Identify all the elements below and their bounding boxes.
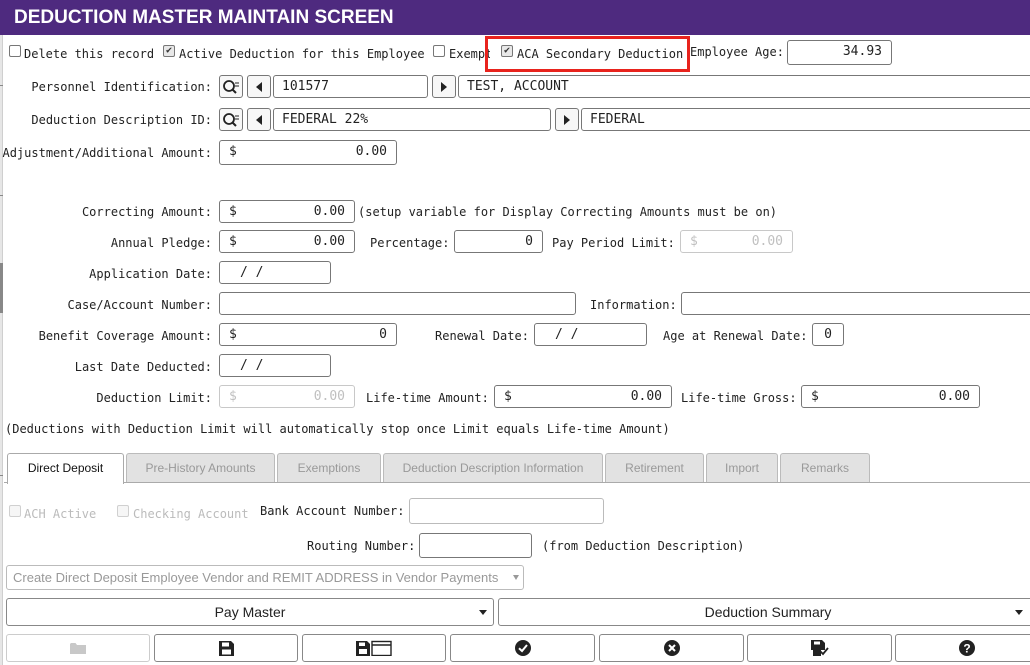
bank-account-field[interactable]: [409, 498, 604, 524]
benefit-coverage-field[interactable]: $0: [219, 323, 397, 346]
personnel-prev-button[interactable]: [247, 75, 271, 98]
deduction-limit-field: $0.00: [219, 385, 355, 408]
lifetime-amount-field[interactable]: $0.00: [494, 385, 672, 408]
benefit-coverage-label: Benefit Coverage Amount:: [38, 329, 212, 343]
tab-remarks[interactable]: Remarks: [780, 453, 870, 483]
ach-active-label: ACH Active: [24, 507, 97, 521]
information-field[interactable]: [681, 292, 1030, 315]
annual-pledge-field[interactable]: $0.00: [219, 230, 355, 253]
limit-note: (Deductions with Deduction Limit will au…: [5, 422, 670, 436]
save-verify-button[interactable]: [747, 634, 892, 662]
renewal-date-field[interactable]: / /: [534, 323, 647, 346]
employee-age-label: Employee Age:: [690, 45, 784, 59]
routing-number-field[interactable]: [419, 533, 532, 558]
deduction-id-field[interactable]: FEDERAL 22%: [273, 108, 551, 131]
exempt-checkbox[interactable]: [433, 45, 445, 57]
highlight-box: [485, 36, 690, 72]
lifetime-gross-field[interactable]: $0.00: [801, 385, 980, 408]
active-deduction-checkbox[interactable]: ✔: [163, 45, 175, 57]
deduction-limit-label: Deduction Limit:: [96, 391, 212, 405]
chevron-left-icon: [256, 114, 262, 125]
tab-retirement[interactable]: Retirement: [605, 453, 704, 483]
application-date-field[interactable]: / /: [219, 261, 331, 284]
checking-account-label: Checking Account: [133, 507, 249, 521]
tab-import[interactable]: Import: [706, 453, 778, 483]
case-account-field[interactable]: [219, 292, 576, 315]
deduction-description-label: Deduction Description ID:: [31, 113, 212, 127]
annual-pledge-label: Annual Pledge:: [110, 236, 212, 250]
page-title: DEDUCTION MASTER MAINTAIN SCREEN: [0, 0, 1030, 35]
correcting-field[interactable]: $0.00: [219, 200, 355, 223]
active-deduction-label: Active Deduction for this Employee: [179, 47, 425, 61]
personnel-name-field[interactable]: TEST, ACCOUNT: [458, 75, 1030, 98]
deduction-name-field[interactable]: FEDERAL: [581, 108, 1030, 131]
help-icon: ?: [958, 640, 975, 656]
folder-icon: [70, 642, 86, 654]
lifetime-amount-label: Life-time Amount:: [366, 391, 489, 405]
save-icon: [218, 640, 234, 656]
checking-account-checkbox: [117, 505, 129, 517]
application-date-label: Application Date:: [89, 267, 212, 281]
case-account-label: Case/Account Number:: [67, 298, 213, 312]
adjustment-label: Adjustment/Additional Amount:: [2, 146, 212, 160]
tab-exemptions[interactable]: Exemptions: [277, 453, 381, 483]
svg-text:?: ?: [963, 642, 970, 656]
bank-account-label: Bank Account Number:: [260, 504, 405, 518]
pay-period-limit-label: Pay Period Limit:: [552, 236, 675, 250]
personnel-id-label: Personnel Identification:: [31, 80, 212, 94]
cancel-button[interactable]: [599, 634, 744, 662]
chevron-down-icon: [1015, 610, 1023, 615]
personnel-id-field[interactable]: 101577: [273, 75, 428, 98]
last-date-deducted-field[interactable]: / /: [219, 354, 331, 377]
pay-period-limit-field: $0.00: [680, 230, 793, 253]
tab-divider: [4, 482, 1030, 483]
search-icon: [223, 79, 239, 94]
chevron-down-icon: [513, 575, 519, 580]
age-at-renewal-label: Age at Renewal Date:: [663, 329, 808, 343]
pay-master-menu[interactable]: Pay Master: [6, 598, 494, 626]
adjustment-field[interactable]: $0.00: [219, 140, 397, 165]
delete-record-label: Delete this record: [24, 47, 155, 61]
help-button[interactable]: ?: [895, 634, 1030, 662]
last-date-deducted-label: Last Date Deducted:: [74, 360, 212, 374]
routing-number-label: Routing Number:: [307, 539, 416, 553]
personnel-next-button[interactable]: [432, 75, 456, 98]
chevron-down-icon: [479, 610, 487, 615]
employee-age-field[interactable]: 34.93: [787, 40, 892, 65]
deduction-next-button[interactable]: [555, 108, 579, 131]
check-icon: [514, 640, 531, 656]
search-icon: [223, 112, 239, 127]
tab-pre-history-amounts[interactable]: Pre-History Amounts: [126, 453, 275, 483]
age-at-renewal-field[interactable]: 0: [812, 323, 844, 346]
delete-record-checkbox[interactable]: [9, 45, 21, 57]
vendor-payments-select[interactable]: Create Direct Deposit Employee Vendor an…: [6, 565, 524, 590]
active-tab-gap: [8, 482, 123, 484]
left-edge: [0, 35, 3, 665]
personnel-search-button[interactable]: [219, 75, 243, 98]
save-checked-icon: [810, 640, 829, 656]
deduction-prev-button[interactable]: [247, 108, 271, 131]
information-label: Information:: [590, 298, 677, 312]
save-button[interactable]: [154, 634, 298, 662]
cancel-icon: [663, 640, 680, 656]
correcting-note: (setup variable for Display Correcting A…: [358, 205, 778, 219]
tab-deduction-description-information[interactable]: Deduction Description Information: [383, 453, 603, 483]
tab-direct-deposit[interactable]: Direct Deposit: [7, 453, 124, 484]
deduction-summary-menu[interactable]: Deduction Summary: [498, 598, 1030, 626]
accept-button[interactable]: [450, 634, 595, 662]
ach-active-checkbox: [9, 505, 21, 517]
correcting-label: Correcting Amount:: [81, 205, 212, 219]
save-and-new-icon: [356, 640, 392, 656]
deduction-search-button[interactable]: [219, 108, 243, 131]
open-folder-button[interactable]: [6, 634, 150, 662]
chevron-left-icon: [256, 81, 262, 92]
lifetime-gross-label: Life-time Gross:: [681, 391, 797, 405]
percentage-field[interactable]: 0: [454, 230, 543, 253]
renewal-date-label: Renewal Date:: [435, 329, 529, 343]
percentage-label: Percentage:: [370, 236, 450, 250]
chevron-right-icon: [441, 81, 447, 92]
routing-number-note: (from Deduction Description): [542, 539, 745, 553]
save-and-new-button[interactable]: [302, 634, 446, 662]
chevron-right-icon: [564, 114, 570, 125]
